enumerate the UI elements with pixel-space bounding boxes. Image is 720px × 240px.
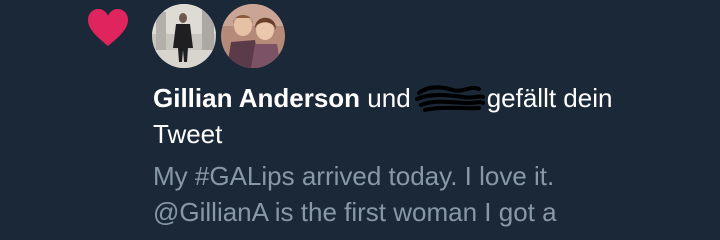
like-notification[interactable]: Gillian Anderson und gefällt dein Tweet … [0,0,720,240]
tweet-preview[interactable]: My #GALips arrived today. I love it. @Gi… [153,158,713,230]
heart-icon [87,8,129,48]
avatar-gillian-anderson[interactable] [152,4,216,68]
tweet-preview-line-1: My #GALips arrived today. I love it. [153,161,555,191]
tweet-preview-line-2: @GillianA is the first woman I got a [153,197,557,227]
liker-name[interactable]: Gillian Anderson [153,83,360,113]
notification-headline: Gillian Anderson und gefällt dein Tweet [153,80,693,152]
conjunction-text: und [367,83,411,113]
avatar-second-user[interactable] [221,4,285,68]
action-text: gefällt dein [486,83,613,113]
object-text: Tweet [153,119,223,149]
redaction-scribble [413,85,485,113]
